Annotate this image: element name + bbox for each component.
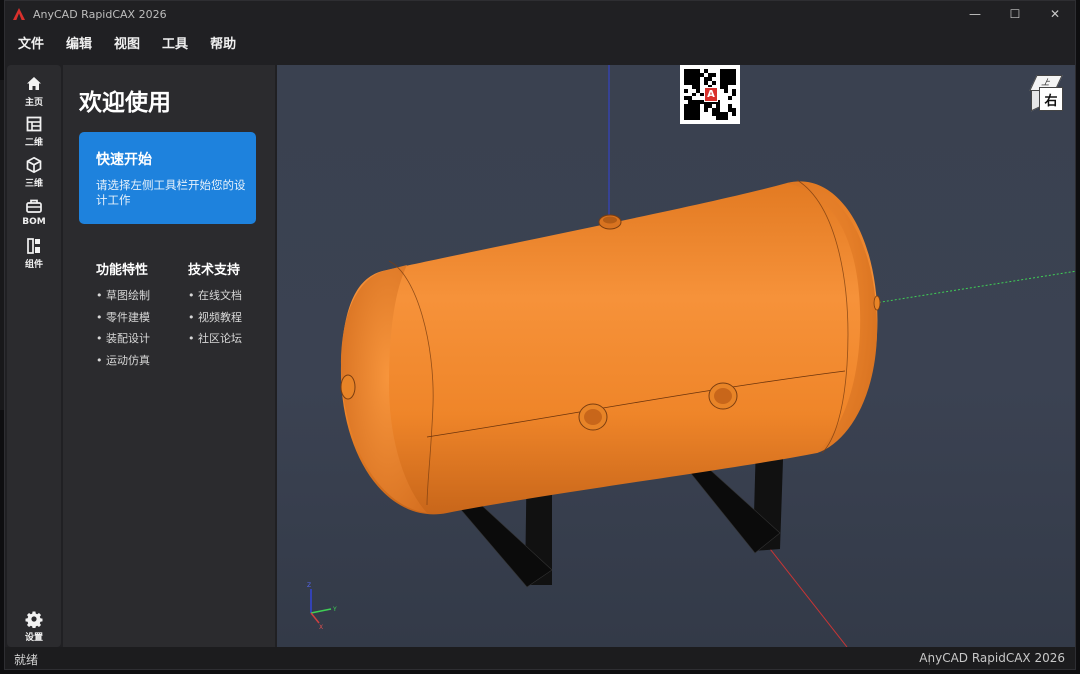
axis-triad: Y Z X <box>307 582 337 631</box>
status-version: AnyCAD RapidCAX 2026 <box>919 651 1065 665</box>
gear-icon <box>25 611 43 628</box>
maximize-button[interactable]: ☐ <box>995 1 1035 27</box>
sidebar-item-label: 二维 <box>24 138 43 148</box>
component-icon <box>27 238 40 254</box>
close-button[interactable]: ✕ <box>1035 1 1075 27</box>
sidebar-item-bom[interactable]: BOM <box>7 197 61 227</box>
menu-edit[interactable]: 编辑 <box>66 33 92 52</box>
3d-viewport[interactable]: Y Z X A 上 右 <box>277 65 1075 647</box>
bom-icon <box>26 199 42 213</box>
sidebar-item-2d[interactable]: 二维 <box>7 115 61 148</box>
grid-2d-icon <box>26 116 42 132</box>
quick-start-title: 快速开始 <box>96 152 152 168</box>
sidebar-item-label: BOM <box>22 217 46 227</box>
status-bar: 就绪 AnyCAD RapidCAX 2026 <box>5 647 1075 669</box>
qr-module <box>732 116 736 120</box>
sidebar-item-3d[interactable]: 三维 <box>7 156 61 189</box>
status-text: 就绪 <box>14 652 39 667</box>
sidebar-item-label: 设置 <box>24 633 43 643</box>
app-logo-icon <box>13 8 25 20</box>
window-controls: — ☐ ✕ <box>955 1 1075 27</box>
view-cube-right-face[interactable]: 右 <box>1039 87 1063 111</box>
home-icon <box>27 77 41 90</box>
menu-bar: 文件 编辑 视图 工具 帮助 <box>5 29 258 55</box>
qr-app-logo-icon: A <box>704 87 718 102</box>
window-title: AnyCAD RapidCAX 2026 <box>33 7 167 21</box>
support-item-forum[interactable]: • 社区论坛 <box>188 330 242 352</box>
y-axis-line <box>874 270 1075 304</box>
support-item-videos[interactable]: • 视频教程 <box>188 309 242 331</box>
cube-3d-icon <box>26 156 42 174</box>
minimize-button[interactable]: — <box>955 1 995 27</box>
support-heading: 技术支持 <box>188 263 241 278</box>
axis-triad-x-label: X <box>319 624 323 631</box>
welcome-panel: 欢迎使用 快速开始 请选择左侧工具栏开始您的设计工作 功能特性 • 草图绘制 •… <box>63 65 275 647</box>
sidebar-item-settings[interactable]: 设置 <box>7 610 61 643</box>
support-section: 技术支持 • 在线文档 • 视频教程 • 社区论坛 <box>188 259 242 352</box>
menu-file[interactable]: 文件 <box>18 33 44 52</box>
feature-item-assembly[interactable]: • 装配设计 <box>96 330 150 352</box>
feature-item-part[interactable]: • 零件建模 <box>96 309 150 331</box>
quick-start-description: 请选择左侧工具栏开始您的设计工作 <box>96 178 246 207</box>
axis-triad-y-label: Y <box>332 606 337 613</box>
title-bar: AnyCAD RapidCAX 2026 — ☐ ✕ <box>5 1 1075 27</box>
menu-help[interactable]: 帮助 <box>210 33 236 52</box>
welcome-title: 欢迎使用 <box>79 90 171 116</box>
pressure-vessel-model <box>340 179 881 515</box>
scene-canvas: Y Z X <box>307 65 1075 647</box>
feature-item-motion[interactable]: • 运动仿真 <box>96 352 150 374</box>
view-cube[interactable]: 上 右 <box>1029 73 1067 115</box>
support-item-docs[interactable]: • 在线文档 <box>188 287 242 309</box>
sidebar-item-home[interactable]: 主页 <box>7 75 61 108</box>
feature-item-sketch[interactable]: • 草图绘制 <box>96 287 150 309</box>
app-window: AnyCAD RapidCAX 2026 — ☐ ✕ 文件 编辑 视图 工具 帮… <box>4 0 1076 670</box>
sidebar-item-label: 三维 <box>24 179 43 189</box>
features-heading: 功能特性 <box>96 263 149 278</box>
menu-view[interactable]: 视图 <box>114 33 140 52</box>
sidebar-item-label: 主页 <box>24 98 43 108</box>
menu-tools[interactable]: 工具 <box>162 33 188 52</box>
sidebar-item-label: 组件 <box>24 260 43 270</box>
axis-triad-z-label: Z <box>307 582 311 589</box>
quick-start-card[interactable]: 快速开始 请选择左侧工具栏开始您的设计工作 <box>79 132 256 224</box>
qr-code-image: A <box>680 65 740 124</box>
sidebar: 主页 二维 三维 BOM 组件 设置 <box>7 65 61 647</box>
sidebar-item-component[interactable]: 组件 <box>7 237 61 270</box>
features-section: 功能特性 • 草图绘制 • 零件建模 • 装配设计 • 运动仿真 <box>96 259 150 373</box>
